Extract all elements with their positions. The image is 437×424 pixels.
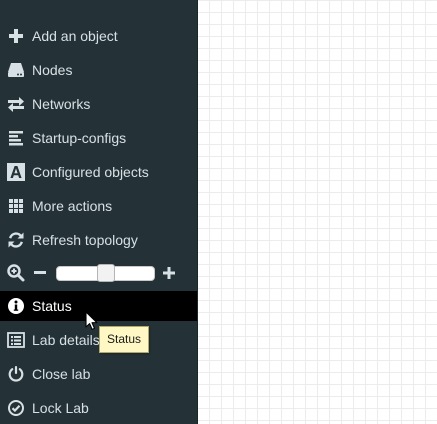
- mouse-pointer-icon: [85, 311, 99, 331]
- zoom-in-icon[interactable]: [6, 263, 26, 283]
- sidebar-item-networks[interactable]: Networks: [0, 89, 197, 119]
- sidebar-item-label: Add an object: [32, 28, 118, 44]
- refresh-icon: [6, 230, 26, 250]
- sidebar-item-label: More actions: [32, 198, 113, 214]
- sidebar-item-label: Startup-configs: [32, 130, 127, 146]
- sidebar-item-label: Lab details: [32, 332, 100, 348]
- zoom-slider-handle[interactable]: [97, 264, 115, 282]
- sidebar-item-label: Networks: [32, 96, 91, 112]
- sidebar-item-configured-objects[interactable]: Configured objects: [0, 157, 197, 187]
- sidebar-item-add-object[interactable]: Add an object: [0, 21, 197, 51]
- sidebar-item-label: Configured objects: [32, 164, 149, 180]
- sidebar-item-refresh-topology[interactable]: Refresh topology: [0, 225, 197, 255]
- off-icon: [6, 364, 26, 384]
- sidebar-item-lock-lab[interactable]: Lock Lab: [0, 393, 197, 423]
- th-icon: [6, 196, 26, 216]
- sidebar-item-nodes[interactable]: Nodes: [0, 55, 197, 85]
- tooltip: Status: [99, 326, 150, 353]
- list-alt-icon: [6, 330, 26, 350]
- hdd-icon: [6, 60, 26, 80]
- font-icon: [6, 162, 26, 182]
- plus-icon: [6, 26, 26, 46]
- sidebar-item-label: Close lab: [32, 366, 91, 382]
- sidebar-item-close-lab[interactable]: Close lab: [0, 359, 197, 389]
- zoom-in-button[interactable]: [161, 263, 177, 283]
- zoom-control: [0, 258, 197, 288]
- sidebar-item-more-actions[interactable]: More actions: [0, 191, 197, 221]
- zoom-out-button[interactable]: [32, 263, 48, 283]
- zoom-slider[interactable]: [56, 264, 155, 282]
- align-left-icon: [6, 128, 26, 148]
- sidebar-item-label: Lock Lab: [32, 400, 89, 416]
- sidebar: Add an object Nodes Networks Startup-con…: [0, 0, 198, 424]
- sidebar-item-label: Refresh topology: [32, 232, 138, 248]
- info-sign-icon: [6, 296, 26, 316]
- sidebar-item-label: Nodes: [32, 62, 73, 78]
- ok-circle-icon: [6, 398, 26, 418]
- transfer-icon: [6, 94, 26, 114]
- sidebar-item-label: Status: [32, 298, 72, 314]
- sidebar-item-startup-configs[interactable]: Startup-configs: [0, 123, 197, 153]
